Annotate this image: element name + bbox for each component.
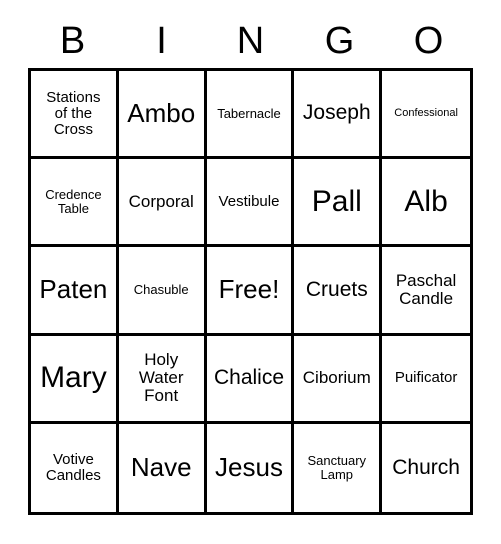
bingo-cell[interactable]: Puificator bbox=[382, 335, 470, 424]
bingo-cell-label: Paten bbox=[39, 274, 108, 305]
bingo-cell-label: Credence Table bbox=[45, 187, 102, 216]
bingo-cell-label: Puificator bbox=[394, 369, 458, 387]
bingo-cell[interactable]: Ambo bbox=[118, 71, 207, 160]
bingo-cell-label: Alb bbox=[404, 184, 448, 218]
bingo-cell-label: Jesus bbox=[215, 452, 283, 483]
bingo-cell[interactable]: Holy Water Font bbox=[118, 335, 207, 424]
bingo-cell-label: Votive Candles bbox=[45, 451, 101, 484]
bingo-cell-label: Stations of the Cross bbox=[46, 88, 101, 138]
bingo-cell-label: Paschal Candle bbox=[395, 270, 457, 308]
header-letter-i: I bbox=[156, 20, 167, 62]
bingo-header-row: B I N G O bbox=[28, 16, 473, 66]
bingo-cell-label: Chalice bbox=[213, 366, 285, 390]
bingo-cell[interactable]: Credence Table bbox=[31, 159, 119, 248]
bingo-cell[interactable]: Mary bbox=[31, 335, 119, 424]
bingo-cell[interactable]: Stations of the Cross bbox=[31, 71, 119, 160]
bingo-cell-label: Chasuble bbox=[133, 282, 189, 298]
header-letter-b: B bbox=[59, 20, 86, 62]
bingo-cell-label: Church bbox=[392, 455, 460, 479]
header-letter-n: N bbox=[236, 20, 265, 62]
bingo-cell[interactable]: Nave bbox=[118, 423, 207, 512]
bingo-cell-label: Nave bbox=[130, 452, 192, 483]
bingo-card: B I N G O Stations of the Cross Ambo Tab… bbox=[0, 0, 501, 544]
bingo-cell-label: Tabernacle bbox=[217, 105, 281, 121]
bingo-grid: Stations of the Cross Ambo Tabernacle Jo… bbox=[28, 68, 473, 515]
bingo-cell[interactable]: Pall bbox=[294, 159, 383, 248]
bingo-cell-label: Confessional bbox=[394, 106, 458, 119]
bingo-cell-label: Ambo bbox=[127, 97, 196, 128]
header-letter-o: O bbox=[413, 20, 444, 62]
bingo-cell[interactable]: Ciborium bbox=[294, 335, 383, 424]
bingo-cell[interactable]: Corporal bbox=[118, 159, 207, 248]
bingo-cell[interactable]: Alb bbox=[382, 159, 470, 248]
bingo-cell-label: Sanctuary Lamp bbox=[307, 453, 367, 482]
bingo-cell[interactable]: Jesus bbox=[206, 423, 295, 512]
bingo-cell-label: Holy Water Font bbox=[138, 350, 184, 406]
bingo-cell[interactable]: Chasuble bbox=[118, 247, 207, 336]
bingo-cell[interactable]: Joseph bbox=[294, 71, 383, 160]
bingo-cell[interactable]: Paten bbox=[31, 247, 119, 336]
bingo-cell-label: Mary bbox=[40, 361, 107, 395]
bingo-cell[interactable]: Paschal Candle bbox=[382, 247, 470, 336]
bingo-cell-label: Corporal bbox=[128, 191, 194, 211]
bingo-cell-label: Joseph bbox=[302, 101, 371, 125]
bingo-cell-label: Pall bbox=[311, 184, 362, 218]
bingo-cell-free[interactable]: Free! bbox=[206, 247, 295, 336]
bingo-cell[interactable]: Sanctuary Lamp bbox=[294, 423, 383, 512]
bingo-cell-label: Cruets bbox=[305, 277, 368, 301]
bingo-cell[interactable]: Tabernacle bbox=[206, 71, 295, 160]
bingo-cell-label: Vestibule bbox=[218, 192, 280, 210]
bingo-cell[interactable]: Cruets bbox=[294, 247, 383, 336]
bingo-cell[interactable]: Vestibule bbox=[206, 159, 295, 248]
bingo-cell[interactable]: Votive Candles bbox=[31, 423, 119, 512]
bingo-cell-label: Ciborium bbox=[302, 368, 371, 388]
bingo-cell[interactable]: Church bbox=[382, 423, 470, 512]
bingo-cell[interactable]: Confessional bbox=[382, 71, 470, 160]
bingo-cell[interactable]: Chalice bbox=[206, 335, 295, 424]
bingo-cell-free-label: Free! bbox=[218, 274, 280, 305]
header-letter-g: G bbox=[324, 20, 355, 62]
